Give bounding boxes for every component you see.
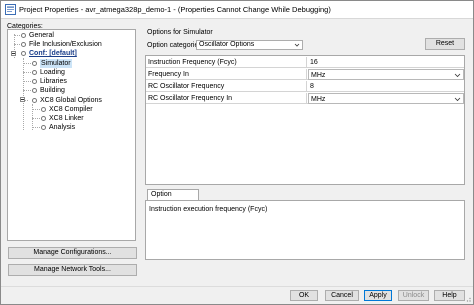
collapse-conf-icon[interactable] (11, 51, 16, 56)
tree-guide-line (23, 81, 31, 82)
property-value-select[interactable]: MHz (308, 93, 464, 104)
apply-button[interactable]: Apply (364, 290, 392, 301)
project-properties-window: Project Properties - avr_atmega328p_demo… (0, 0, 474, 305)
options-title: Options for Simulator (147, 29, 213, 36)
node-bullet-icon (32, 88, 37, 93)
properties-table: Instruction Frequency (Fcyc) 16 Frequenc… (145, 55, 465, 185)
option-categories-select[interactable]: Oscillator Options (196, 40, 303, 50)
table-row: Instruction Frequency (Fcyc) 16 (146, 57, 464, 68)
property-value: MHz (311, 72, 326, 79)
option-categories-value: Oscillator Options (199, 41, 255, 48)
option-description-panel: Instruction execution frequency (Fcyc) (145, 200, 465, 260)
tree-guide-line (23, 63, 31, 64)
chevron-down-icon (294, 43, 300, 47)
property-name: RC Oscillator Frequency In (147, 93, 307, 104)
node-bullet-icon (32, 61, 37, 66)
tree-guide-line (14, 44, 20, 45)
manage-configurations-button[interactable]: Manage Configurations... (8, 247, 137, 259)
tree-guide-line (32, 118, 40, 119)
option-description-tab[interactable]: Option Description (147, 189, 199, 208)
table-row: Frequency In MHz (146, 69, 464, 80)
tree-guide-line (23, 72, 31, 73)
tree-guide-line (23, 58, 24, 130)
node-bullet-icon (32, 79, 37, 84)
project-properties-icon (5, 4, 16, 15)
property-name: Instruction Frequency (Fcyc) (147, 57, 307, 68)
node-bullet-icon (21, 33, 26, 38)
node-bullet-icon (32, 98, 37, 103)
property-name: RC Oscillator Frequency (147, 81, 307, 92)
cancel-button[interactable]: Cancel (325, 290, 359, 301)
categories-tree[interactable]: General File Inclusion/Exclusion Conf: [… (7, 29, 136, 241)
option-description-text: Instruction execution frequency (Fcyc) (149, 206, 268, 213)
footer-divider (1, 286, 473, 287)
tree-guide-line (14, 35, 20, 36)
tree-guide-line (32, 109, 40, 110)
help-button[interactable]: Help (434, 290, 465, 301)
tree-guide-line (32, 127, 40, 128)
collapse-xc8-global-icon[interactable] (20, 97, 25, 102)
window-title: Project Properties - avr_atmega328p_demo… (19, 5, 331, 14)
title-bar[interactable]: Project Properties - avr_atmega328p_demo… (1, 1, 473, 19)
manage-network-tools-button[interactable]: Manage Network Tools... (8, 264, 137, 276)
resize-grip-icon[interactable] (463, 294, 471, 302)
tree-guide-line (23, 90, 31, 91)
property-value-input[interactable]: 16 (308, 57, 464, 68)
property-value-select[interactable]: MHz (308, 69, 464, 80)
node-bullet-icon (21, 42, 26, 47)
node-bullet-icon (41, 107, 46, 112)
node-bullet-icon (41, 116, 46, 121)
property-name: Frequency In (147, 69, 307, 80)
reset-button[interactable]: Reset (425, 38, 465, 50)
property-value-input[interactable]: 8 (308, 81, 464, 92)
node-bullet-icon (21, 51, 26, 56)
node-bullet-icon (41, 125, 46, 130)
ok-button[interactable]: OK (290, 290, 318, 301)
node-bullet-icon (32, 70, 37, 75)
table-row: RC Oscillator Frequency 8 (146, 81, 464, 92)
chevron-down-icon (454, 73, 461, 78)
chevron-down-icon (454, 97, 461, 102)
property-value: MHz (311, 96, 326, 103)
table-row: RC Oscillator Frequency In MHz (146, 93, 464, 104)
unlock-button[interactable]: Unlock (398, 290, 429, 301)
